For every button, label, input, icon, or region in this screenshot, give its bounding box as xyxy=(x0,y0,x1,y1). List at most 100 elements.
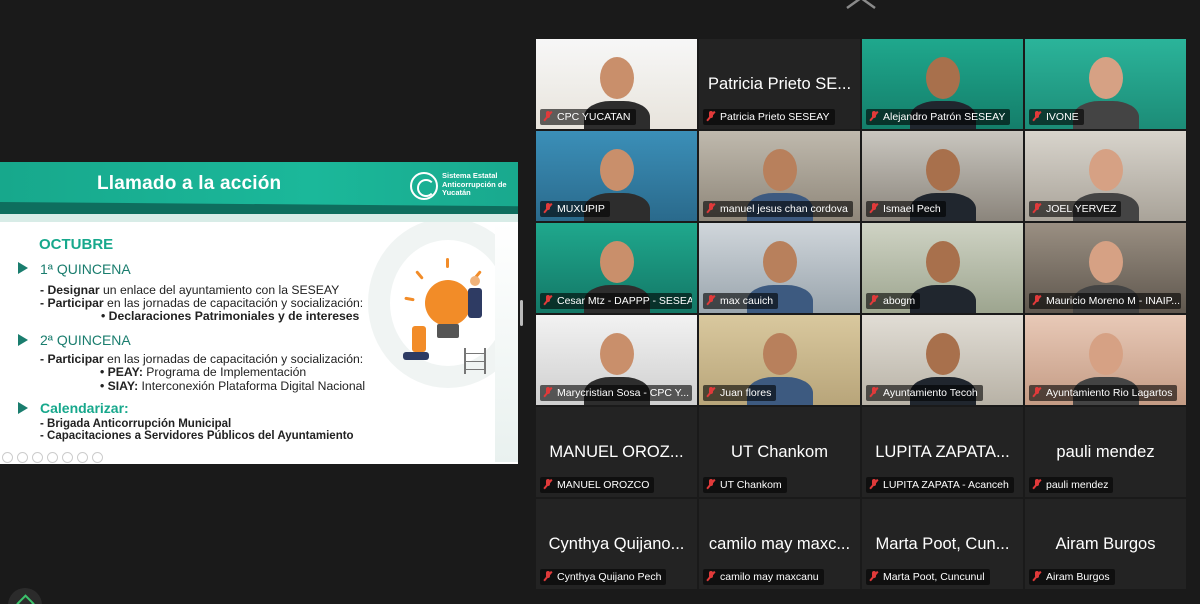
q2-heading: 2ª QUINCENA xyxy=(40,332,131,348)
participant-tile[interactable]: Cynthya Quijano... Cynthya Quijano Pech xyxy=(536,499,697,589)
calendar-heading: Calendarizar: xyxy=(40,400,129,416)
q2-line1: - Participar en las jornadas de capacita… xyxy=(40,352,364,366)
logo-text: Sistema Estatal Anticorrupción de Yucatá… xyxy=(442,171,507,197)
month-heading: OCTUBRE xyxy=(39,236,114,253)
logo-icon xyxy=(410,172,438,200)
more-icon[interactable] xyxy=(92,452,103,463)
chevron-up-icon[interactable] xyxy=(845,0,877,10)
bullet-triangle-icon xyxy=(18,334,28,346)
participant-name-text: Mauricio Moreno M - INAIP... xyxy=(1046,295,1181,307)
participant-name-text: JOEL YERVEZ xyxy=(1046,203,1117,215)
participant-name-text: pauli mendez xyxy=(1046,479,1109,491)
participant-tile[interactable]: manuel jesus chan cordova xyxy=(699,131,860,221)
participant-name-label: Mauricio Moreno M - INAIP... xyxy=(1029,293,1181,309)
mic-muted-icon xyxy=(1033,571,1041,581)
participant-name-text: manuel jesus chan cordova xyxy=(720,203,848,215)
mic-muted-icon xyxy=(544,203,552,213)
bullet-triangle-icon xyxy=(18,402,28,414)
q1-line2: - Participar en las jornadas de capacita… xyxy=(40,296,364,310)
participant-tile[interactable]: Ismael Pech xyxy=(862,131,1023,221)
participant-face xyxy=(763,333,797,375)
participant-name-text: Ayuntamiento Rio Lagartos xyxy=(1046,387,1173,399)
camera-icon[interactable] xyxy=(77,452,88,463)
participant-name-label: abogm xyxy=(866,293,921,309)
participant-tile[interactable]: Patricia Prieto SE... Patricia Prieto SES… xyxy=(699,39,860,129)
participant-display-name: pauli mendez xyxy=(1056,443,1155,461)
mic-muted-icon xyxy=(544,479,552,489)
participant-name-label: Cesar Mtz - DAPPP - SESEAY xyxy=(540,293,692,309)
q2-line3: • SIAY: Interconexión Plataforma Digital… xyxy=(100,379,366,393)
mic-muted-icon xyxy=(870,295,878,305)
participant-face xyxy=(1089,149,1123,191)
participant-tile[interactable]: CPC YUCATAN xyxy=(536,39,697,129)
participant-display-name: Cynthya Quijano... xyxy=(548,535,685,553)
participant-name-label: LUPITA ZAPATA - Acanceh xyxy=(866,477,1014,493)
pen-icon[interactable] xyxy=(17,452,28,463)
mic-muted-icon xyxy=(1033,203,1041,213)
participant-tile[interactable]: Cesar Mtz - DAPPP - SESEAY xyxy=(536,223,697,313)
participant-name-text: Cynthya Quijano Pech xyxy=(557,571,662,583)
participant-tile[interactable]: Mauricio Moreno M - INAIP... xyxy=(1025,223,1186,313)
participant-name-label: pauli mendez xyxy=(1029,477,1114,493)
participant-tile[interactable]: MANUEL OROZ... MANUEL OROZCO xyxy=(536,407,697,497)
participant-tile[interactable]: Ayuntamiento Rio Lagartos xyxy=(1025,315,1186,405)
participant-tile[interactable]: Ayuntamiento Tecoh xyxy=(862,315,1023,405)
participant-name-label: MUXUPIP xyxy=(540,201,610,217)
participant-display-name: UT Chankom xyxy=(731,443,828,461)
participant-face xyxy=(763,241,797,283)
participant-name-label: Juan flores xyxy=(703,385,777,401)
participant-face xyxy=(1089,241,1123,283)
participant-name-text: IVONE xyxy=(1046,111,1079,123)
participant-tile[interactable]: LUPITA ZAPATA... LUPITA ZAPATA - Acanceh xyxy=(862,407,1023,497)
q1-line1: - Designar un enlace del ayuntamiento co… xyxy=(40,283,340,297)
participant-name-label: Marycristian Sosa - CPC Y... xyxy=(540,385,692,401)
participant-name-text: Cesar Mtz - DAPPP - SESEAY xyxy=(557,295,692,307)
participant-name-label: Airam Burgos xyxy=(1029,569,1115,585)
slide-toolbar xyxy=(2,452,103,463)
participant-name-text: Ayuntamiento Tecoh xyxy=(883,387,978,399)
participant-display-name: LUPITA ZAPATA... xyxy=(875,443,1010,461)
mic-muted-icon xyxy=(707,203,715,213)
mic-muted-icon xyxy=(544,295,552,305)
participant-tile[interactable]: IVONE xyxy=(1025,39,1186,129)
participant-tile[interactable]: Marycristian Sosa - CPC Y... xyxy=(536,315,697,405)
participant-name-label: CPC YUCATAN xyxy=(540,109,636,125)
participant-face xyxy=(926,241,960,283)
participant-tile[interactable]: max cauich xyxy=(699,223,860,313)
cal-line2: - Capacitaciones a Servidores Públicos d… xyxy=(40,430,354,442)
participant-tile[interactable]: camilo may maxc... camilo may maxcanu xyxy=(699,499,860,589)
pointer-icon[interactable] xyxy=(2,452,13,463)
view-toggle-button[interactable] xyxy=(8,588,42,604)
participant-display-name: Patricia Prieto SE... xyxy=(707,75,852,93)
participant-name-text: CPC YUCATAN xyxy=(557,111,631,123)
participant-tile[interactable]: Marta Poot, Cun... Marta Poot, Cuncunul xyxy=(862,499,1023,589)
participant-name-label: Ayuntamiento Rio Lagartos xyxy=(1029,385,1178,401)
participant-name-label: camilo may maxcanu xyxy=(703,569,824,585)
participant-tile[interactable]: UT Chankom UT Chankom xyxy=(699,407,860,497)
participant-tile[interactable]: MUXUPIP xyxy=(536,131,697,221)
participant-name-text: camilo may maxcanu xyxy=(720,571,819,583)
mic-muted-icon xyxy=(544,571,552,581)
participant-name-text: MUXUPIP xyxy=(557,203,605,215)
participant-face xyxy=(600,57,634,99)
mic-muted-icon xyxy=(707,111,715,121)
grid-icon[interactable] xyxy=(62,452,73,463)
participant-name-label: manuel jesus chan cordova xyxy=(703,201,853,217)
copy-icon[interactable] xyxy=(32,452,43,463)
mic-muted-icon xyxy=(1033,479,1041,489)
participant-tile[interactable]: Alejandro Patrón SESEAY xyxy=(862,39,1023,129)
participant-face xyxy=(600,149,634,191)
participant-name-text: LUPITA ZAPATA - Acanceh xyxy=(883,479,1009,491)
participant-tile[interactable]: Juan flores xyxy=(699,315,860,405)
split-view-handle[interactable] xyxy=(520,300,523,326)
zoom-icon[interactable] xyxy=(47,452,58,463)
participant-tile[interactable]: abogm xyxy=(862,223,1023,313)
bullet-triangle-icon xyxy=(18,262,28,274)
participant-tile[interactable]: pauli mendez pauli mendez xyxy=(1025,407,1186,497)
shared-screen: Llamado a la acción Sistema Estatal Anti… xyxy=(0,162,518,464)
participant-name-label: Ayuntamiento Tecoh xyxy=(866,385,983,401)
slide-title: Llamado a la acción xyxy=(97,173,282,194)
participant-tile[interactable]: Airam Burgos Airam Burgos xyxy=(1025,499,1186,589)
q2-line2: • PEAY: Programa de Implementación xyxy=(100,365,307,379)
participant-tile[interactable]: JOEL YERVEZ xyxy=(1025,131,1186,221)
